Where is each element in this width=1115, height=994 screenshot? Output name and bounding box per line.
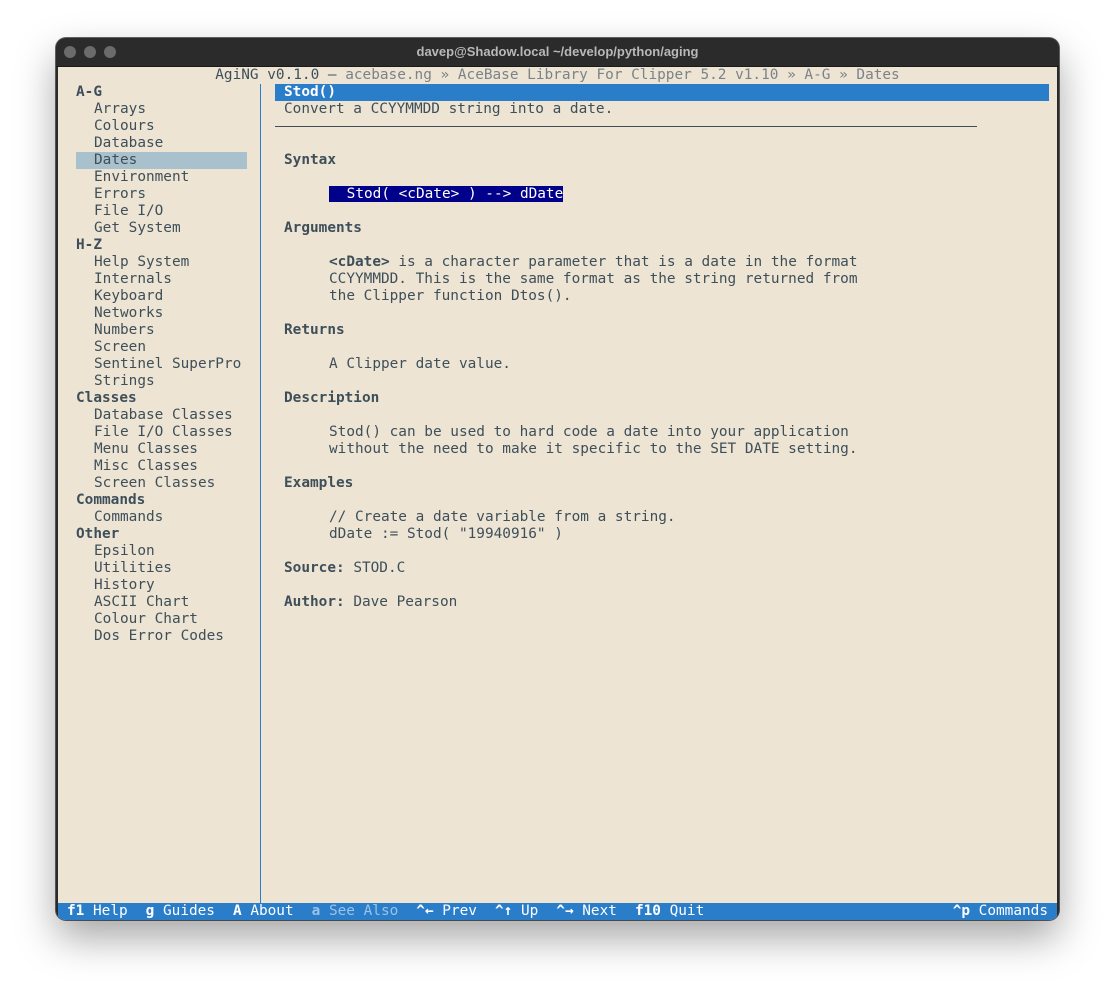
topic-body: Syntax Stod( <cDate> ) --> dDate Argumen… bbox=[284, 152, 858, 611]
sidebar-group-heading[interactable]: A-G bbox=[58, 84, 260, 101]
sidebar-item-keyboard[interactable]: Keyboard bbox=[58, 288, 260, 305]
description-heading: Description bbox=[284, 390, 380, 406]
arguments-heading: Arguments bbox=[284, 220, 362, 236]
sidebar-item-numbers[interactable]: Numbers bbox=[58, 322, 260, 339]
arguments-line: CCYYMMDD. This is the same format as the… bbox=[329, 271, 858, 287]
topic-summary: Convert a CCYYMMDD string into a date. bbox=[284, 101, 614, 117]
sidebar-item-screen[interactable]: Screen bbox=[58, 339, 260, 356]
terminal-window: davep@Shadow.local ~/develop/python/agin… bbox=[56, 38, 1059, 920]
sidebar-item-epsilon[interactable]: Epsilon bbox=[58, 543, 260, 560]
description-line: Stod() can be used to hard code a date i… bbox=[329, 424, 849, 440]
sidebar-item-sentinel-superpro[interactable]: Sentinel SuperPro bbox=[58, 356, 260, 373]
commands-key: ^p bbox=[952, 903, 971, 919]
example-line: // Create a date variable from a string. bbox=[329, 509, 676, 525]
examples-heading: Examples bbox=[284, 475, 354, 491]
returns-text: A Clipper date value. bbox=[329, 356, 511, 372]
sidebar-item-strings[interactable]: Strings bbox=[58, 373, 260, 390]
sidebar-item-colour-chart[interactable]: Colour Chart bbox=[58, 611, 260, 628]
binding-key: ^← bbox=[416, 903, 434, 919]
sidebar-item-file-i-o[interactable]: File I/O bbox=[58, 203, 260, 220]
title-bar: davep@Shadow.local ~/develop/python/agin… bbox=[56, 38, 1059, 67]
topic-title: Stod() bbox=[275, 84, 1049, 101]
returns-heading: Returns bbox=[284, 322, 345, 338]
sidebar-item-get-system[interactable]: Get System bbox=[58, 220, 260, 237]
binding-label: See Also bbox=[320, 903, 399, 919]
window-title: davep@Shadow.local ~/develop/python/agin… bbox=[416, 44, 699, 59]
footer-binding-see-also[interactable]: a See Also bbox=[312, 903, 399, 919]
binding-key: ^↑ bbox=[494, 903, 513, 919]
footer-binding-prev[interactable]: ^← Prev bbox=[416, 903, 477, 919]
sidebar-group-heading[interactable]: H-Z bbox=[58, 237, 260, 254]
sidebar-item-history[interactable]: History bbox=[58, 577, 260, 594]
sidebar-item-internals[interactable]: Internals bbox=[58, 271, 260, 288]
sidebar-item-colours[interactable]: Colours bbox=[58, 118, 260, 135]
binding-key: ^→ bbox=[556, 903, 574, 919]
commands-label: Commands bbox=[970, 903, 1048, 919]
binding-label: Quit bbox=[660, 903, 705, 919]
footer-bindings: f1 Help g Guides A About a See Also ^← Prev ^… bbox=[67, 903, 722, 920]
footer-binding-help[interactable]: f1 Help bbox=[67, 903, 128, 919]
sidebar-item-screen-classes[interactable]: Screen Classes bbox=[58, 475, 260, 492]
source-label: Source: bbox=[284, 560, 345, 576]
app-header: AgiNG v0.1.0 — acebase.ng » AceBase Libr… bbox=[58, 67, 1057, 84]
sidebar-item-file-i-o-classes[interactable]: File I/O Classes bbox=[58, 424, 260, 441]
sidebar-item-menu-classes[interactable]: Menu Classes bbox=[58, 441, 260, 458]
sidebar-item-help-system[interactable]: Help System bbox=[58, 254, 260, 271]
divider bbox=[275, 126, 977, 127]
footer-binding-guides[interactable]: g Guides bbox=[146, 903, 215, 919]
breadcrumb: acebase.ng » AceBase Library For Clipper… bbox=[345, 67, 900, 83]
sidebar-item-misc-classes[interactable]: Misc Classes bbox=[58, 458, 260, 475]
sidebar-item-networks[interactable]: Networks bbox=[58, 305, 260, 322]
footer-keybar: f1 Help g Guides A About a See Also ^← Prev ^… bbox=[58, 903, 1057, 920]
sidebar-item-commands[interactable]: Commands bbox=[58, 509, 260, 526]
sidebar-item-utilities[interactable]: Utilities bbox=[58, 560, 260, 577]
sidebar-group-heading[interactable]: Commands bbox=[58, 492, 260, 509]
binding-label: Up bbox=[512, 903, 539, 919]
binding-key: f10 bbox=[634, 903, 661, 919]
footer-binding-next[interactable]: ^→ Next bbox=[556, 903, 617, 919]
sidebar-item-database[interactable]: Database bbox=[58, 135, 260, 152]
description-line: without the need to make it specific to … bbox=[329, 441, 858, 457]
sidebar-group-heading[interactable]: Other bbox=[58, 526, 260, 543]
sidebar-item-dos-error-codes[interactable]: Dos Error Codes bbox=[58, 628, 260, 645]
author-value: Dave Pearson bbox=[344, 594, 458, 610]
terminal-app: AgiNG v0.1.0 — acebase.ng » AceBase Libr… bbox=[58, 67, 1057, 920]
binding-label: Help bbox=[84, 903, 128, 919]
binding-label: Prev bbox=[433, 903, 477, 919]
author-line: Author: Dave Pearson bbox=[284, 594, 858, 611]
syntax-heading: Syntax bbox=[284, 152, 336, 168]
source-line: Source: STOD.C bbox=[284, 560, 858, 577]
binding-key: f1 bbox=[67, 903, 85, 919]
sidebar-item-ascii-chart[interactable]: ASCII Chart bbox=[58, 594, 260, 611]
argument-name: <cDate> bbox=[329, 254, 390, 270]
app-name: AgiNG v0.1.0 — bbox=[215, 67, 346, 83]
sidebar-item-database-classes[interactable]: Database Classes bbox=[58, 407, 260, 424]
topic-content: Stod() Convert a CCYYMMDD string into a … bbox=[261, 84, 1057, 903]
footer-binding-quit[interactable]: f10 Quit bbox=[635, 903, 704, 919]
binding-key: a bbox=[311, 903, 321, 919]
author-label: Author: bbox=[284, 594, 345, 610]
source-value: STOD.C bbox=[344, 560, 406, 576]
arguments-line: the Clipper function Dtos(). bbox=[329, 288, 572, 304]
sidebar-item-errors[interactable]: Errors bbox=[58, 186, 260, 203]
sidebar-item-arrays[interactable]: Arrays bbox=[58, 101, 260, 118]
sidebar-item-environment[interactable]: Environment bbox=[58, 169, 260, 186]
footer-binding-up[interactable]: ^↑ Up bbox=[495, 903, 538, 919]
binding-label: About bbox=[241, 903, 294, 919]
example-line: dDate := Stod( "19940916" ) bbox=[329, 526, 563, 542]
binding-label: Guides bbox=[154, 903, 215, 919]
sidebar-item-dates[interactable]: Dates bbox=[76, 152, 247, 169]
syntax-signature: Stod( <cDate> ) --> dDate bbox=[329, 186, 564, 202]
binding-key: A bbox=[232, 903, 242, 919]
arguments-line: <cDate> is a character parameter that is… bbox=[329, 254, 858, 270]
footer-commands-binding[interactable]: ^p Commands bbox=[953, 903, 1048, 920]
footer-binding-about[interactable]: A About bbox=[233, 903, 294, 919]
sidebar-group-heading[interactable]: Classes bbox=[58, 390, 260, 407]
binding-label: Next bbox=[573, 903, 617, 919]
guide-sidebar[interactable]: A-G Arrays Colours Database Dates Environment… bbox=[58, 84, 261, 903]
